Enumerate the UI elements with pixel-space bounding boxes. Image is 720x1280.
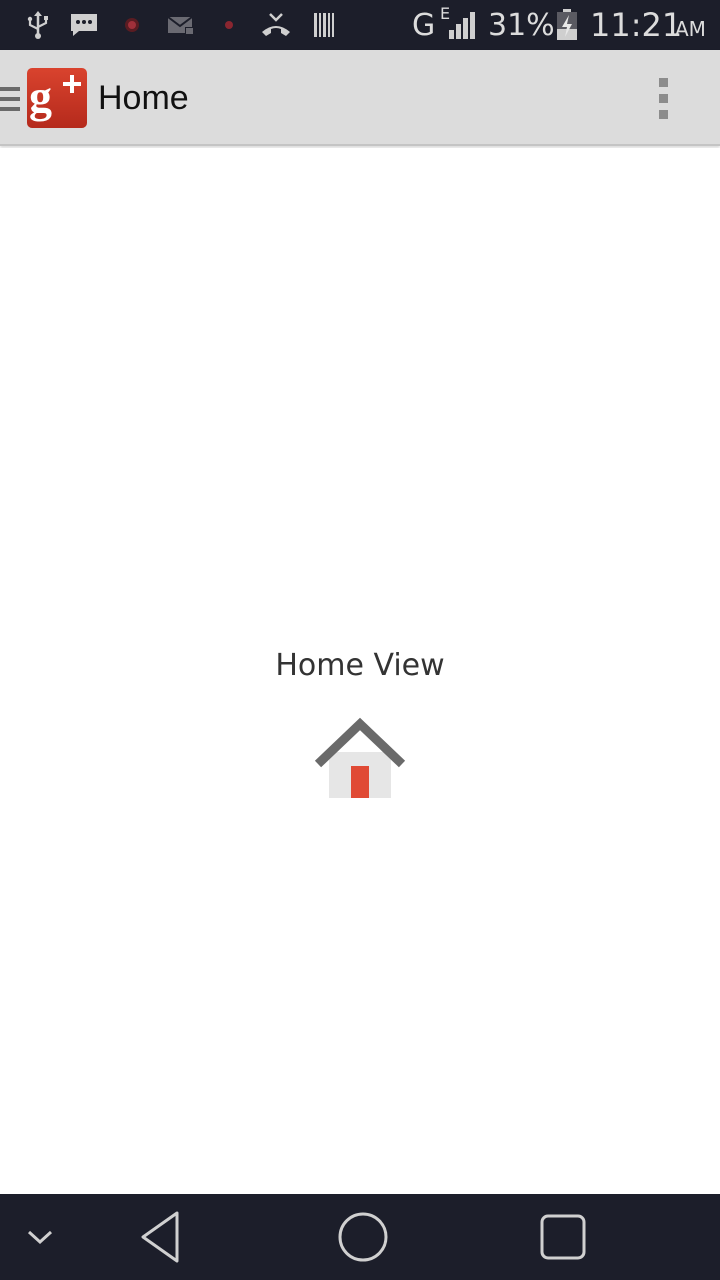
svg-text:g: g [29, 71, 52, 122]
chevron-down-icon[interactable] [20, 1194, 60, 1280]
barcode-icon [312, 0, 336, 50]
mail-icon [166, 0, 196, 50]
recents-icon[interactable] [534, 1194, 592, 1280]
overflow-menu-icon[interactable] [650, 74, 678, 122]
clock-ampm: AM [675, 17, 706, 41]
home-view-label: Home View [275, 648, 445, 683]
status-bar: G E 31% 11:21 AM [0, 0, 720, 50]
action-bar: g Home [0, 50, 720, 146]
content-area: Home View [0, 148, 720, 1194]
navigation-bar [0, 1194, 720, 1280]
google-plus-logo[interactable]: g [27, 68, 87, 128]
message-icon [68, 0, 100, 50]
page-title: Home [98, 78, 189, 117]
usb-icon [24, 0, 52, 50]
battery-icon [554, 0, 580, 50]
missed-call-icon [258, 0, 294, 50]
record-icon [120, 0, 144, 50]
signal-icon [444, 0, 478, 50]
battery-percent: 31% [488, 7, 555, 43]
dot-icon [220, 0, 238, 50]
home-icon [312, 716, 408, 800]
network-type: G [412, 7, 436, 43]
home-nav-icon[interactable] [332, 1194, 394, 1280]
drawer-icon[interactable] [0, 84, 22, 114]
back-icon[interactable] [130, 1194, 190, 1280]
clock-time: 11:21 [590, 6, 683, 44]
